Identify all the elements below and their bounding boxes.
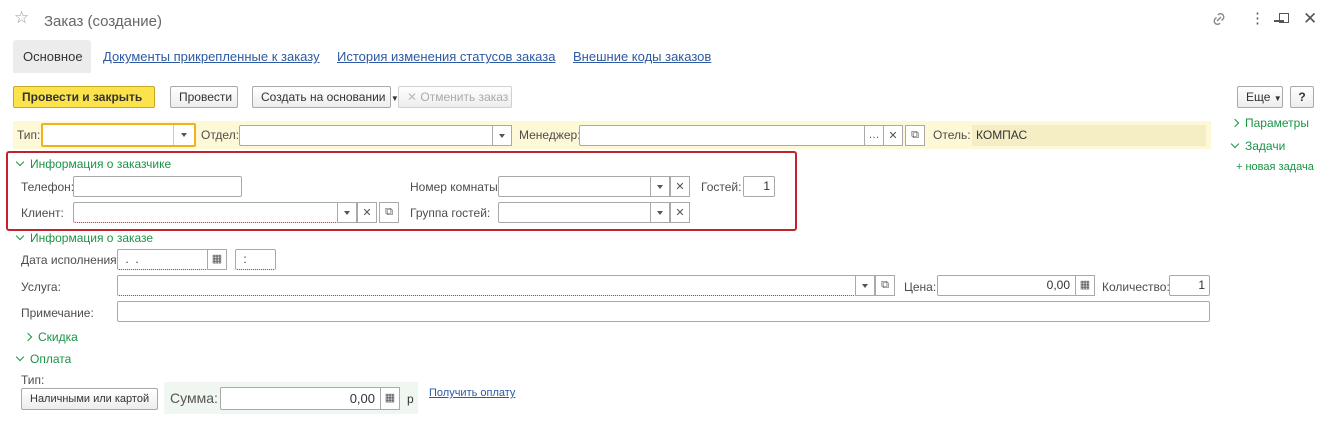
tab-external-codes[interactable]: Внешние коды заказов (573, 49, 711, 64)
cancel-x-icon: ✕ (407, 90, 418, 104)
post-button[interactable]: Провести (170, 86, 238, 108)
hotel-value: КОМПАС (972, 125, 1206, 146)
guest-group-clear-button[interactable]: ✕ (670, 202, 690, 223)
customer-info-title: Информация о заказчике (30, 157, 172, 171)
time-field[interactable]: : (235, 249, 276, 270)
star-icon[interactable]: ☆ (14, 8, 29, 28)
customer-info-toggle[interactable]: Информация о заказчике (15, 157, 172, 171)
manager-label: Менеджер: (519, 128, 581, 142)
params-label: Параметры (1245, 116, 1309, 130)
manager-field[interactable]: … (579, 125, 884, 146)
date-value: . . (122, 252, 139, 266)
guests-field[interactable]: 1 (743, 176, 775, 197)
service-open-button[interactable]: ⧉ (875, 275, 895, 296)
room-dropdown-button[interactable] (650, 176, 670, 197)
phone-label: Телефон: (21, 180, 75, 194)
tasks-toggle[interactable]: Задачи (1230, 139, 1286, 153)
guests-label: Гостей: (701, 180, 742, 194)
client-dropdown-button[interactable] (337, 202, 357, 223)
cancel-order-label: Отменить заказ (420, 90, 509, 104)
tasks-label: Задачи (1245, 139, 1286, 153)
calculator-icon: ▦ (1079, 279, 1091, 291)
hotel-label: Отель: (933, 128, 971, 142)
payment-toggle[interactable]: Оплата (15, 352, 72, 366)
guest-group-label: Группа гостей: (410, 206, 491, 220)
calendar-icon: ▦ (211, 253, 223, 265)
client-label: Клиент: (21, 206, 64, 220)
department-field[interactable] (239, 125, 512, 146)
order-info-title: Информация о заказе (30, 231, 154, 245)
client-clear-button[interactable]: ✕ (357, 202, 377, 223)
guest-group-field[interactable] (498, 202, 670, 223)
chevron-down-icon (1230, 139, 1240, 149)
more-button[interactable]: Еще ▼ (1237, 86, 1283, 108)
price-calculator-button[interactable]: ▦ (1075, 275, 1095, 296)
calendar-button[interactable]: ▦ (207, 249, 227, 270)
manager-select-button[interactable]: … (864, 125, 884, 146)
help-button[interactable]: ? (1290, 86, 1314, 108)
calculator-icon: ▦ (384, 392, 396, 404)
currency-label: р (407, 392, 414, 406)
sum-value: 0,00 (349, 391, 375, 406)
chevron-down-icon (15, 352, 25, 362)
payment-type-button[interactable]: Наличными или картой (21, 388, 158, 410)
type-label: Тип: (17, 128, 41, 142)
order-info-toggle[interactable]: Информация о заказе (15, 231, 154, 245)
room-field[interactable] (498, 176, 670, 197)
create-based-on-button[interactable]: Создать на основании ▼ (252, 86, 399, 108)
link-icon[interactable] (1210, 10, 1230, 28)
department-label: Отдел: (201, 128, 240, 142)
sum-label: Сумма: (170, 390, 218, 406)
chevron-down-icon (15, 157, 25, 167)
room-label: Номер комнаты: (410, 180, 502, 194)
more-icon[interactable]: ⋮ (1250, 10, 1265, 28)
tab-attached-documents[interactable]: Документы прикрепленные к заказу (103, 49, 320, 64)
discount-toggle[interactable]: Скидка (23, 330, 78, 344)
department-dropdown-button[interactable] (492, 125, 512, 146)
chevron-right-icon (23, 332, 33, 342)
get-payment-link[interactable]: Получить оплату (429, 387, 515, 399)
chevron-down-icon: ▼ (1273, 94, 1282, 103)
manager-clear-button[interactable]: ✕ (883, 125, 903, 146)
service-dropdown-button[interactable] (855, 275, 875, 296)
quantity-field[interactable]: 1 (1169, 275, 1210, 296)
client-open-button[interactable]: ⧉ (379, 202, 399, 223)
phone-field[interactable] (73, 176, 242, 197)
params-link[interactable]: Параметры (1230, 116, 1309, 130)
chevron-down-icon (15, 231, 25, 241)
payment-type-label: Тип: (21, 373, 45, 387)
payment-title: Оплата (30, 352, 72, 366)
cancel-order-button[interactable]: ✕ Отменить заказ (398, 86, 512, 108)
room-clear-button[interactable]: ✕ (670, 176, 690, 197)
type-dropdown-button[interactable] (173, 125, 193, 145)
window-title: Заказ (создание) (44, 13, 162, 30)
price-value: 0,00 (1046, 278, 1070, 292)
quantity-label: Количество: (1102, 280, 1170, 294)
manager-open-button[interactable]: ⧉ (905, 125, 925, 146)
note-field[interactable] (117, 301, 1210, 322)
price-field[interactable]: 0,00 ▦ (937, 275, 1095, 296)
more-label: Еще (1246, 90, 1271, 104)
price-label: Цена: (904, 280, 937, 294)
tab-status-history[interactable]: История изменения статусов заказа (337, 49, 555, 64)
date-label: Дата исполнения: (21, 253, 120, 267)
post-and-close-button[interactable]: Провести и закрыть (13, 86, 155, 108)
discount-title: Скидка (38, 330, 78, 344)
guest-group-dropdown-button[interactable] (650, 202, 670, 223)
chevron-right-icon (1230, 118, 1240, 128)
create-based-on-label: Создать на основании (261, 90, 386, 104)
service-label: Услуга: (21, 280, 61, 294)
new-task-link[interactable]: + новая задача (1236, 161, 1314, 173)
client-field[interactable] (73, 202, 357, 223)
note-label: Примечание: (21, 306, 94, 320)
service-field[interactable] (117, 275, 875, 296)
sum-calculator-button[interactable]: ▦ (380, 387, 400, 410)
sum-field[interactable]: 0,00 ▦ (220, 387, 400, 410)
tab-main-label: Основное (23, 49, 83, 64)
maximize-icon[interactable] (1279, 13, 1289, 23)
close-icon[interactable]: ✕ (1303, 9, 1317, 29)
type-field[interactable] (41, 123, 196, 147)
date-field[interactable]: . . ▦ (117, 249, 227, 270)
